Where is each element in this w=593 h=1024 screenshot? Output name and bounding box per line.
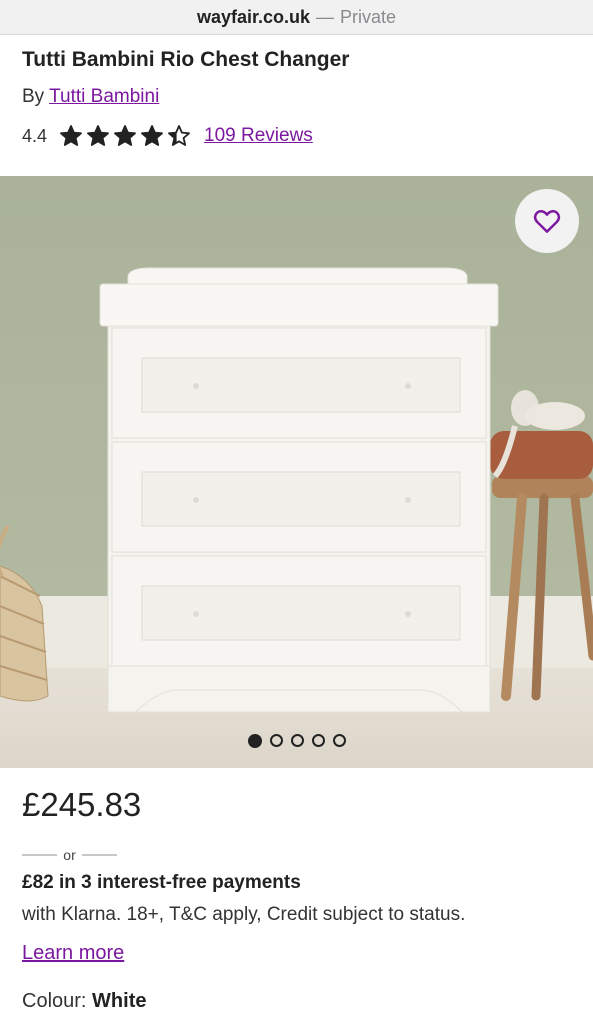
star-icon [60,125,82,146]
product-price: £245.83 [22,786,142,823]
url-domain: wayfair.co.uk [196,6,311,27]
product-title: Tutti Bambini Rio Chest Changer [22,48,350,71]
url-separator: — [316,6,335,27]
carousel-dot[interactable] [290,734,304,747]
star-icon [141,125,163,146]
product-image-carousel[interactable] [0,176,593,768]
rating-score: 4.4 [22,125,48,146]
by-prefix: By [22,86,45,107]
star-icon [114,125,136,146]
brand-link[interactable]: Tutti Bambini [49,86,159,107]
rating-row: 4.4 109 Reviews [22,121,313,151]
chest-changer-illustration [99,267,499,713]
carousel-dot[interactable] [269,734,283,747]
colour-value: White [92,990,147,1012]
colour-option: Colour: White [22,990,146,1013]
divider-line-left [22,854,58,856]
klarna-headline: £82 in 3 interest-free payments [22,872,301,893]
divider-line-right [81,854,118,856]
reviews-link[interactable]: 109 Reviews [204,125,313,147]
star-icon [87,125,109,146]
colour-label: Colour: [22,990,87,1012]
rating-stars [59,124,194,148]
basket-illustration [0,524,49,702]
carousel-dot[interactable] [332,734,346,747]
stool-illustration [490,390,593,701]
private-mode-label: Private [340,6,397,27]
favorite-button[interactable] [515,189,579,253]
or-divider: or [22,847,118,863]
heart-icon [533,209,561,233]
browser-url-bar[interactable]: wayfair.co.uk — Private [0,0,593,35]
brand-byline: By Tutti Bambini [22,86,159,108]
star-icon [168,125,190,146]
klarna-note: with Klarna. 18+, T&C apply, Credit subj… [22,904,466,925]
carousel-dot[interactable] [311,734,325,747]
product-photo [0,267,593,713]
or-label: or [63,847,76,863]
learn-more-link[interactable]: Learn more [22,942,124,965]
carousel-dot[interactable] [247,734,262,748]
carousel-dots [0,734,593,748]
